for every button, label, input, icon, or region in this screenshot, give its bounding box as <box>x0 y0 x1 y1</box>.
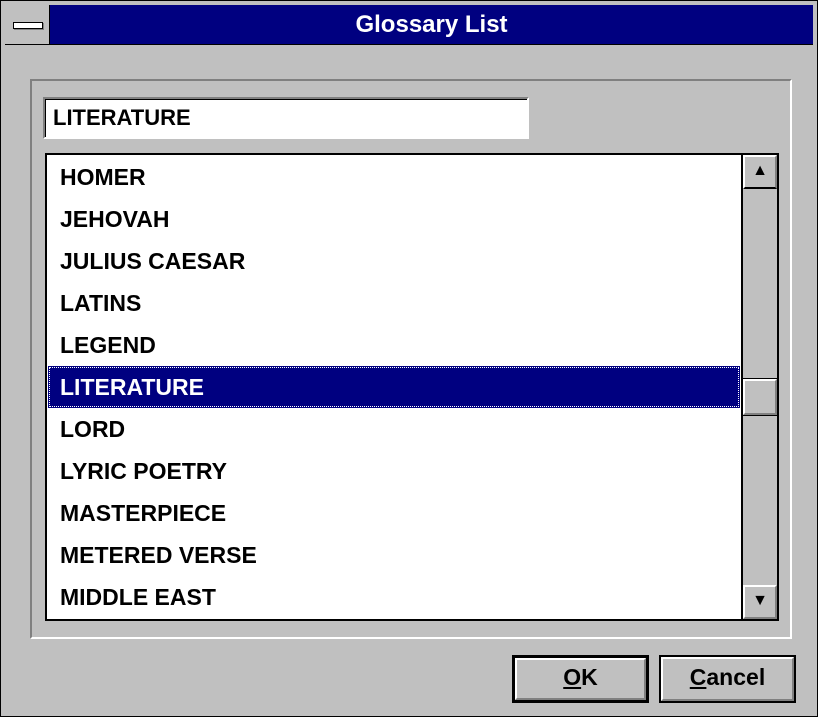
glossary-listbox[interactable]: HOMER JEHOVAH JULIUS CAESAR LATINS LEGEND LIT… <box>45 153 779 621</box>
scroll-up-button[interactable]: ▲ <box>743 155 777 189</box>
list-item[interactable]: LYRIC POETRY <box>48 450 740 492</box>
list-item[interactable]: LITERATURE <box>48 366 740 408</box>
list-item[interactable]: MASTERPIECE <box>48 492 740 534</box>
ok-button[interactable]: OK <box>512 655 649 703</box>
list-item[interactable]: HOMER <box>48 156 740 198</box>
ok-button-label: OK <box>563 664 598 690</box>
list-item[interactable]: METERED VERSE <box>48 534 740 576</box>
scroll-down-button[interactable]: ▼ <box>743 585 777 619</box>
cancel-button[interactable]: Cancel <box>659 655 796 703</box>
glossary-search-input[interactable]: LITERATURE <box>43 97 529 139</box>
list-item[interactable]: LORD <box>48 408 740 450</box>
dialog-title: Glossary List <box>355 11 508 38</box>
list-item[interactable]: JULIUS CAESAR <box>48 240 740 282</box>
list-item[interactable]: JEHOVAH <box>48 198 740 240</box>
title-bar[interactable]: Glossary List <box>5 5 813 45</box>
glossary-dialog: Glossary List LITERATURE HOMER JEHOVAH JUL… <box>0 0 818 717</box>
cancel-button-label: Cancel <box>689 664 766 690</box>
system-menu-button[interactable] <box>5 5 50 44</box>
glossary-list: HOMER JEHOVAH JULIUS CAESAR LATINS LEGEND LIT… <box>48 156 740 618</box>
list-item[interactable]: LEGEND <box>48 324 740 366</box>
vertical-scrollbar[interactable]: ▲ ▼ <box>741 155 778 619</box>
list-item[interactable]: MIDDLE EAST <box>48 576 740 618</box>
arrow-up-icon: ▲ <box>752 162 768 179</box>
scroll-thumb[interactable] <box>742 378 778 416</box>
list-item[interactable]: LATINS <box>48 282 740 324</box>
system-menu-icon <box>13 22 43 29</box>
arrow-down-icon: ▼ <box>752 592 768 609</box>
